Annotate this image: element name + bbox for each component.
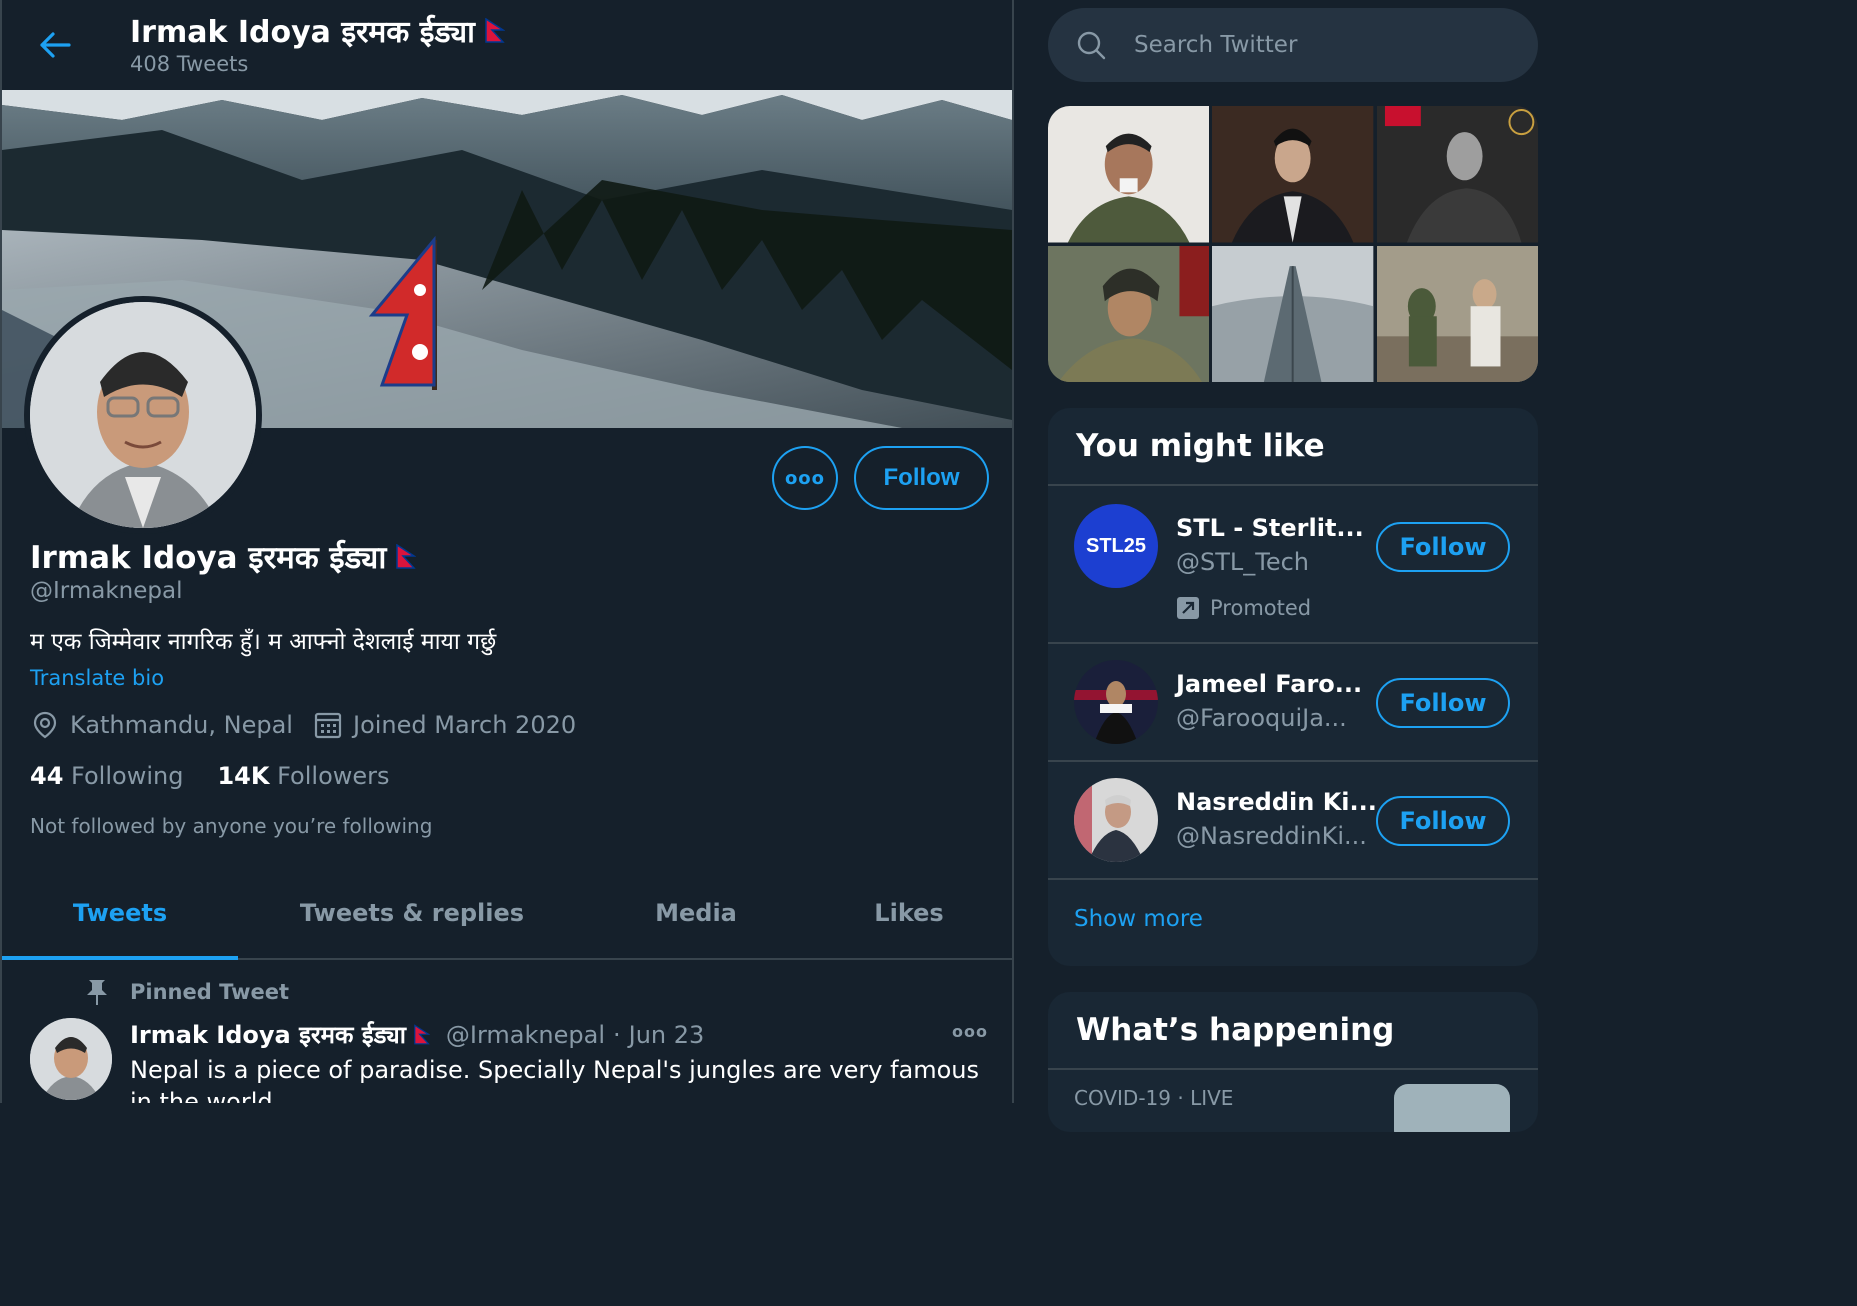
back-button[interactable] — [32, 22, 78, 68]
suggestion-handle: @STL_Tech — [1176, 548, 1310, 576]
more-dots-icon: ooo — [784, 467, 826, 489]
nepal-flag-icon — [396, 544, 417, 569]
profile-handle: @Irmaknepal — [30, 578, 183, 604]
profile-tabs: Tweets Tweets & replies Media Likes — [2, 868, 1012, 960]
media-thumb-5[interactable] — [1212, 245, 1374, 382]
nepal-flag-icon — [485, 17, 505, 43]
suggestion-avatar — [1074, 660, 1158, 744]
suggestion-avatar: STL25 — [1074, 504, 1158, 588]
avatar-photo — [30, 302, 256, 528]
profile-avatar[interactable] — [24, 296, 262, 534]
tab-tweets[interactable]: Tweets — [2, 868, 238, 960]
right-sidebar: Search Twitter You might like STL25 STL … — [1014, 0, 1568, 1132]
media-thumb-2[interactable] — [1212, 106, 1374, 243]
tweet-avatar-photo — [30, 1018, 112, 1100]
suggestion-item[interactable]: STL25 STL - Sterlit... @STL_Tech Promote… — [1048, 486, 1538, 644]
profile-display-name: Irmak Idoya इरमक ईड्या — [30, 540, 387, 576]
followers-stat[interactable]: 14K Followers — [217, 762, 389, 790]
tweet-avatar[interactable] — [30, 1018, 112, 1100]
whats-happening-card: What’s happening COVID-19 · LIVE — [1048, 992, 1538, 1132]
suggestion-handle: @NasreddinKi... — [1176, 822, 1367, 850]
arrow-left-icon — [40, 32, 71, 58]
suggestion-name[interactable]: Nasreddin Ki... — [1176, 788, 1377, 816]
suggestion-name[interactable]: STL - Sterlit... — [1176, 514, 1364, 542]
pinned-tweet-label: Pinned Tweet — [130, 980, 290, 1004]
promoted-icon — [1177, 597, 1199, 619]
follow-button[interactable]: Follow — [854, 446, 989, 510]
suggestion-follow-button[interactable]: Follow — [1376, 796, 1510, 846]
tab-tweets-replies[interactable]: Tweets & replies — [238, 868, 586, 958]
profile-meta: Kathmandu, Nepal Joined March 2020 — [30, 710, 576, 740]
suggestion-avatar — [1074, 778, 1158, 862]
whats-happening-title: What’s happening — [1048, 992, 1538, 1070]
stl-logo: STL25 — [1085, 534, 1147, 557]
you-might-like-title: You might like — [1048, 408, 1538, 486]
profile-stats: 44 Following 14K Followers — [30, 762, 390, 790]
suggestion-handle: @FarooquiJa... — [1176, 704, 1347, 732]
search-box[interactable]: Search Twitter — [1048, 8, 1538, 82]
media-grid — [1048, 106, 1538, 382]
followers-label: Followers — [277, 762, 390, 790]
tweet-separator: · — [613, 1020, 621, 1049]
suggestion-item[interactable]: Nasreddin Ki... @NasreddinKi... Follow — [1048, 762, 1538, 880]
trend-meta: COVID-19 · LIVE — [1074, 1086, 1234, 1110]
promoted-text: Promoted — [1210, 596, 1312, 620]
following-count: 44 — [30, 762, 64, 790]
header-title: Irmak Idoya इरमक ईड्या — [130, 10, 505, 51]
suggestion-item[interactable]: Jameel Faro... @FarooquiJa... Follow — [1048, 644, 1538, 762]
tab-likes[interactable]: Likes — [806, 868, 1012, 958]
suggestion-follow-button[interactable]: Follow — [1376, 522, 1510, 572]
tweet-header: Irmak Idoya इरमक ईड्या @Irmaknepal · Jun… — [130, 1018, 704, 1051]
promoted-label: Promoted — [1176, 596, 1311, 620]
search-icon — [1077, 31, 1106, 60]
profile-name: Irmak Idoya इरमक ईड्या — [30, 536, 417, 578]
media-thumb-1[interactable] — [1048, 106, 1210, 243]
header-name: Irmak Idoya इरमक ईड्या — [130, 15, 475, 50]
media-thumb-3[interactable] — [1376, 106, 1538, 243]
tweet-count: 408 Tweets — [130, 52, 249, 76]
profile-header-bar: Irmak Idoya इरमक ईड्या 408 Tweets — [2, 0, 1012, 90]
followers-count: 14K — [217, 762, 270, 790]
location-pin-icon — [33, 711, 57, 739]
profile-joined: Joined March 2020 — [352, 711, 577, 739]
trend-item[interactable]: COVID-19 · LIVE — [1048, 1070, 1538, 1132]
pin-icon — [87, 980, 107, 1005]
media-thumb-4[interactable] — [1048, 245, 1210, 382]
not-followed-note: Not followed by anyone you’re following — [30, 814, 433, 838]
profile-column: Irmak Idoya इरमक ईड्या 408 Tweets ooo Fo… — [0, 0, 1014, 1103]
translate-bio-link[interactable]: Translate bio — [30, 666, 164, 690]
show-more-link[interactable]: Show more — [1048, 880, 1538, 964]
you-might-like-card: You might like STL25 STL - Sterlit... @S… — [1048, 408, 1538, 966]
media-thumb-6[interactable] — [1376, 245, 1538, 382]
nepal-flag-icon — [414, 1023, 430, 1044]
tweet-author-handle[interactable]: @Irmaknepal — [446, 1021, 605, 1049]
tweet-text: Nepal is a piece of paradise. Specially … — [130, 1056, 980, 1103]
profile-location: Kathmandu, Nepal — [70, 711, 293, 739]
profile-bio: म एक जिम्मेवार नागरिक हुँ। म आफ्नो देशला… — [30, 629, 497, 655]
following-stat[interactable]: 44 Following — [30, 762, 183, 790]
tweet-date[interactable]: Jun 23 — [629, 1021, 705, 1049]
following-label: Following — [71, 762, 184, 790]
suggestion-name[interactable]: Jameel Faro... — [1176, 670, 1362, 698]
more-options-button[interactable]: ooo — [772, 446, 838, 510]
trend-thumbnail — [1394, 1084, 1510, 1132]
tweet-author-name[interactable]: Irmak Idoya इरमक ईड्या — [130, 1018, 406, 1051]
tweet-more-button[interactable]: ooo — [952, 1022, 988, 1041]
calendar-icon — [314, 712, 342, 739]
tab-media[interactable]: Media — [586, 868, 806, 958]
search-placeholder: Search Twitter — [1134, 32, 1298, 58]
suggestion-follow-button[interactable]: Follow — [1376, 678, 1510, 728]
